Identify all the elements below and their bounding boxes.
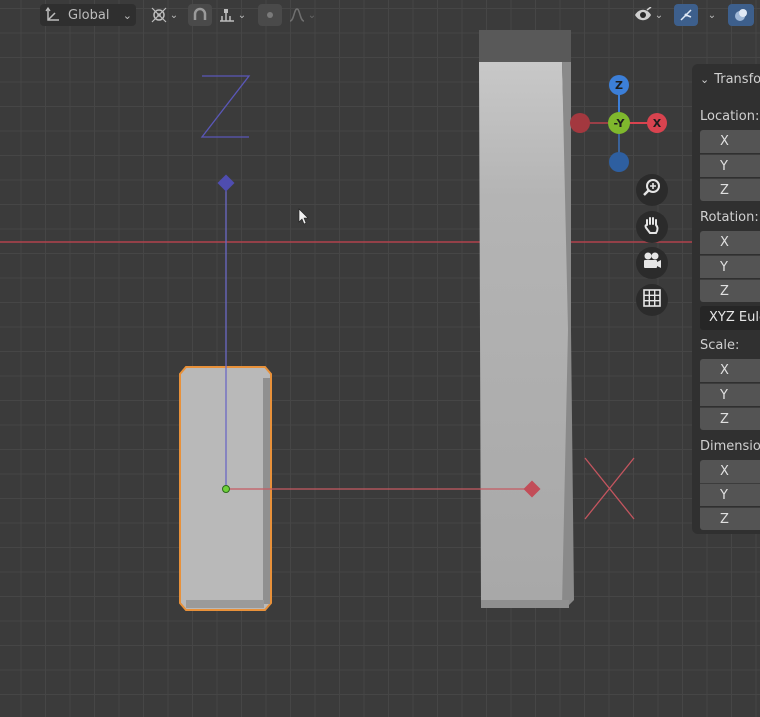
x-axis-letter <box>584 457 635 520</box>
zoom-button[interactable] <box>636 174 668 206</box>
chevron-down-icon: ⌄ <box>700 73 710 86</box>
axis-label: Z <box>720 412 729 427</box>
scale-y-field[interactable]: Y <box>700 383 760 406</box>
location-x-field[interactable]: X <box>700 130 760 153</box>
dimensions-x-field[interactable]: X <box>700 460 760 483</box>
visibility-dropdown[interactable]: ⌄ <box>628 4 668 26</box>
tall-mesh-object[interactable] <box>479 30 574 608</box>
falloff-icon <box>288 7 306 23</box>
pivot-point-icon <box>150 6 168 24</box>
gizmo-x-label: X <box>652 116 662 130</box>
pivot-point-dropdown[interactable]: ⌄ <box>146 4 182 26</box>
axis-label: Y <box>720 159 728 174</box>
gizmo-dropdown[interactable]: ⌄ <box>700 4 722 26</box>
dimensions-y-field[interactable]: Y <box>700 483 760 506</box>
snap-target-dropdown[interactable]: ⌄ <box>214 4 250 26</box>
origin-point <box>222 485 230 493</box>
proportional-edit-toggle[interactable] <box>258 4 282 26</box>
zoom-icon <box>642 178 662 202</box>
gizmo-toggle[interactable] <box>674 4 698 26</box>
orientation-label: Global <box>68 7 110 23</box>
transform-orientation-icon <box>44 6 62 24</box>
proportional-edit-icon <box>263 8 277 22</box>
snap-icon <box>192 7 208 23</box>
mouse-cursor <box>298 208 309 225</box>
axis-label: X <box>720 235 729 250</box>
rotation-z-field[interactable]: Z <box>700 279 760 302</box>
z-axis-letter <box>200 75 251 138</box>
properties-sidebar: ⌄ Transfo Location: X Y Z Rotation: X Y Z… <box>692 64 760 534</box>
gizmo-x-negative[interactable] <box>570 113 590 133</box>
gizmo-z-negative[interactable] <box>609 152 629 172</box>
gizmo-z-label: Z <box>615 78 623 92</box>
falloff-dropdown[interactable]: ⌄ <box>284 4 320 26</box>
gizmo-y-label: -Y <box>613 116 625 130</box>
chevron-down-icon: ⌄ <box>169 9 179 21</box>
rotation-label: Rotation: <box>700 210 759 225</box>
camera-view-button[interactable] <box>636 247 668 279</box>
camera-icon <box>641 251 663 275</box>
transform-orientation-dropdown[interactable]: Global ⌄ <box>40 4 136 26</box>
rotation-mode-dropdown[interactable]: XYZ Eule <box>700 306 760 330</box>
dimensions-label: Dimensio <box>700 439 760 454</box>
viewport-header: Global ⌄ ⌄ ⌄ ⌄ ⌄ ⌄ <box>0 0 760 32</box>
transform-panel-header[interactable]: ⌄ Transfo <box>700 72 760 87</box>
snap-toggle[interactable] <box>188 4 212 26</box>
transform-panel-title: Transfo <box>714 72 760 87</box>
overlay-toggle[interactable] <box>728 4 754 26</box>
scale-z-field[interactable]: Z <box>700 407 760 430</box>
gizmo-y-negative[interactable]: -Y <box>608 112 630 134</box>
scale-label: Scale: <box>700 338 740 353</box>
gizmo-icon <box>678 7 694 23</box>
chevron-down-icon: ⌄ <box>237 9 247 21</box>
location-label: Location: <box>700 109 760 124</box>
gizmo-x-positive[interactable]: X <box>647 113 667 133</box>
axis-label: Z <box>720 183 729 198</box>
chevron-down-icon: ⌄ <box>307 9 317 21</box>
axis-label: X <box>720 134 729 149</box>
perspective-toggle-button[interactable] <box>636 284 668 316</box>
z-handle[interactable] <box>217 174 235 192</box>
overlay-icon <box>733 7 749 23</box>
3d-viewport[interactable]: Global ⌄ ⌄ ⌄ ⌄ ⌄ ⌄ Z X -Y ⌄ Transfo Loca… <box>0 0 760 717</box>
pan-button[interactable] <box>636 211 668 243</box>
dimensions-z-field[interactable]: Z <box>700 507 760 530</box>
scale-x-field[interactable]: X <box>700 359 760 382</box>
location-z-field[interactable]: Z <box>700 178 760 201</box>
chevron-down-icon: ⌄ <box>707 9 717 21</box>
location-y-field[interactable]: Y <box>700 154 760 177</box>
snap-target-icon <box>218 7 236 23</box>
pan-hand-icon <box>642 215 662 239</box>
rotation-x-field[interactable]: X <box>700 231 760 254</box>
axis-label: X <box>720 464 729 479</box>
axis-label: Z <box>720 284 729 299</box>
axis-label: Z <box>720 512 729 527</box>
axis-label: Y <box>720 488 728 503</box>
rotation-y-field[interactable]: Y <box>700 255 760 278</box>
gizmo-z-positive[interactable]: Z <box>609 75 629 95</box>
axis-label: X <box>720 363 729 378</box>
axis-label: Y <box>720 260 728 275</box>
navigation-gizmo[interactable]: Z X -Y <box>566 72 670 176</box>
axis-label: Y <box>720 388 728 403</box>
chevron-down-icon: ⌄ <box>654 9 664 21</box>
grid-perspective-icon <box>642 288 662 312</box>
chevron-down-icon: ⌄ <box>122 8 132 22</box>
visibility-icon <box>633 7 653 23</box>
